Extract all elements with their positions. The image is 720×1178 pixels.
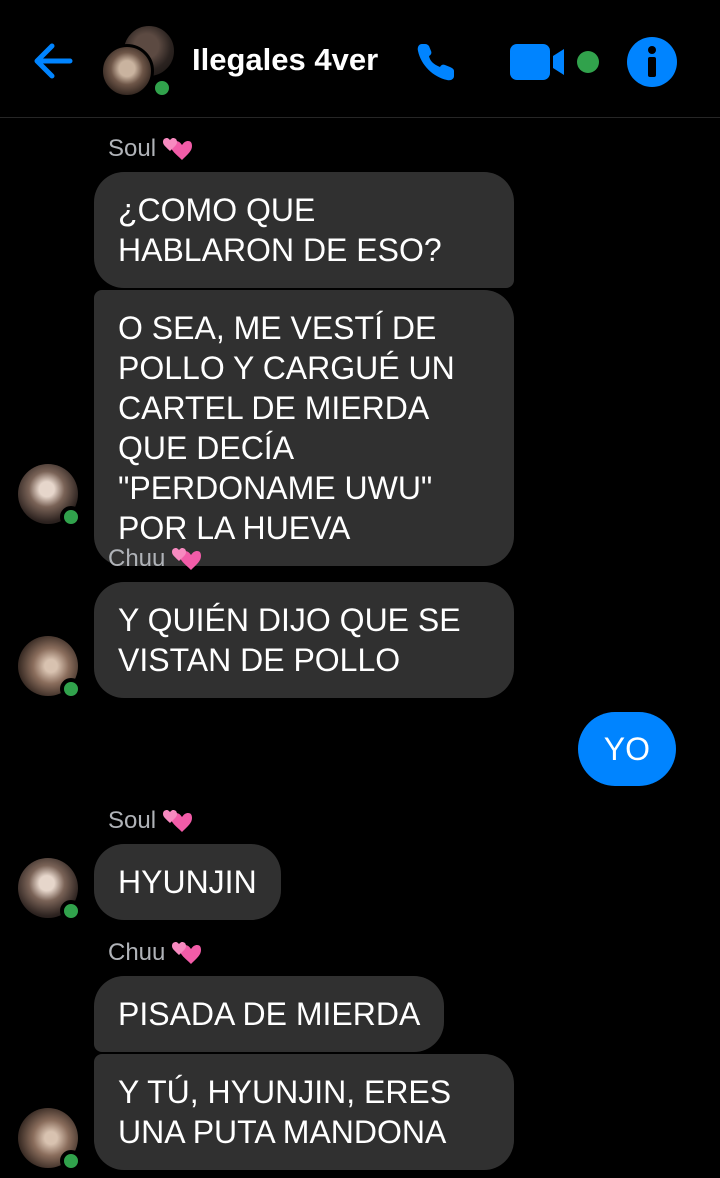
two-hearts-icon bbox=[172, 942, 202, 964]
sender-name: Soul bbox=[108, 806, 193, 835]
message-list[interactable]: Soul ¿COMO QUE HABLARON DE ESO? O SEA, M… bbox=[0, 118, 720, 1178]
arrow-left-icon[interactable] bbox=[28, 36, 78, 86]
message-text: HYUNJIN bbox=[118, 864, 257, 900]
avatar[interactable] bbox=[18, 464, 82, 528]
two-hearts-icon bbox=[172, 548, 202, 570]
sender-name: Chuu bbox=[108, 938, 202, 967]
online-status-dot bbox=[60, 506, 82, 528]
online-status-dot bbox=[152, 78, 172, 98]
online-status-dot bbox=[60, 1150, 82, 1172]
two-hearts-icon bbox=[163, 138, 193, 160]
avatar[interactable] bbox=[18, 858, 82, 922]
phone-icon[interactable] bbox=[412, 38, 460, 86]
online-status-dot bbox=[60, 900, 82, 922]
sender-name-text: Soul bbox=[108, 135, 157, 162]
chat-header: Ilegales 4ver bbox=[0, 0, 720, 118]
message-text: O SEA, ME VESTÍ DE POLLO Y CARGUÉ UN CAR… bbox=[118, 310, 455, 546]
info-icon[interactable] bbox=[626, 36, 678, 88]
online-status-dot bbox=[60, 678, 82, 700]
message-text: Y TÚ, HYUNJIN, ERES UNA PUTA MANDONA bbox=[118, 1074, 452, 1150]
message-text: YO bbox=[603, 731, 650, 767]
message-bubble[interactable]: Y TÚ, HYUNJIN, ERES UNA PUTA MANDONA bbox=[94, 1054, 514, 1170]
group-avatar-member-2 bbox=[100, 44, 154, 98]
two-hearts-icon bbox=[163, 810, 193, 832]
sender-name-text: Chuu bbox=[108, 939, 166, 966]
sender-name: Soul bbox=[108, 134, 193, 163]
message-text: ¿COMO QUE HABLARON DE ESO? bbox=[118, 192, 442, 268]
sender-name: Chuu bbox=[108, 544, 202, 573]
group-avatar[interactable] bbox=[100, 24, 176, 100]
message-text: PISADA DE MIERDA bbox=[118, 996, 421, 1032]
avatar[interactable] bbox=[18, 636, 82, 700]
message-text: Y QUIÉN DIJO QUE SE VISTAN DE POLLO bbox=[118, 602, 461, 678]
message-bubble[interactable]: PISADA DE MIERDA bbox=[94, 976, 445, 1052]
my-message-bubble[interactable]: YO bbox=[577, 712, 676, 786]
avatar[interactable] bbox=[18, 1108, 82, 1172]
chat-title[interactable]: Ilegales 4ver bbox=[192, 42, 378, 78]
message-bubble[interactable]: ¿COMO QUE HABLARON DE ESO? bbox=[94, 172, 514, 288]
sender-name-text: Chuu bbox=[108, 545, 166, 572]
message-bubble[interactable]: HYUNJIN bbox=[94, 844, 281, 920]
message-bubble[interactable]: O SEA, ME VESTÍ DE POLLO Y CARGUÉ UN CAR… bbox=[94, 290, 514, 566]
video-camera-icon[interactable] bbox=[508, 40, 608, 84]
message-bubble[interactable]: Y QUIÉN DIJO QUE SE VISTAN DE POLLO bbox=[94, 582, 514, 698]
sender-name-text: Soul bbox=[108, 807, 157, 834]
